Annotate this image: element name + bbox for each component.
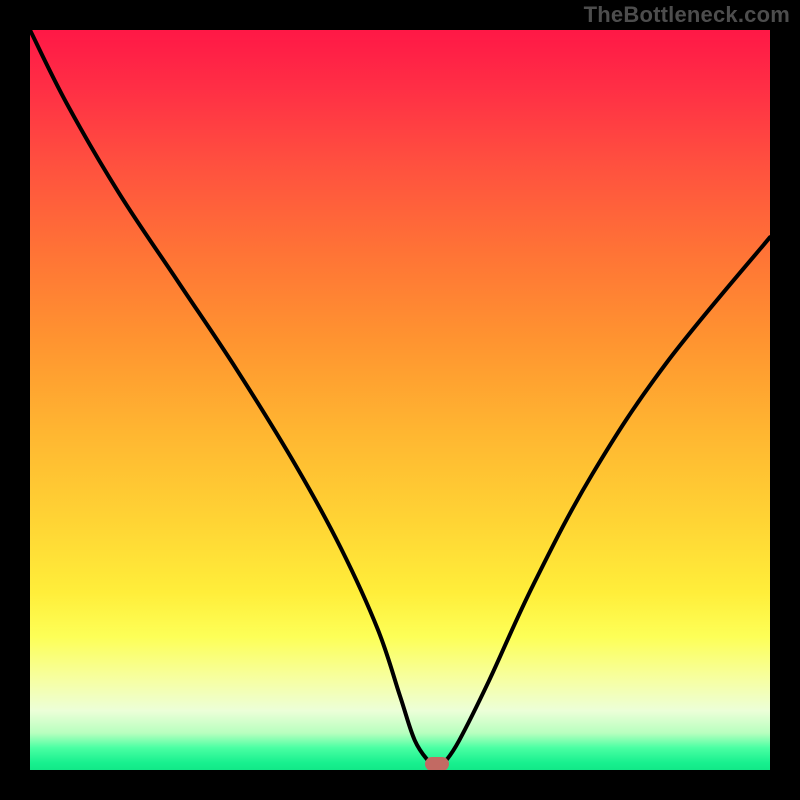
watermark-text: TheBottleneck.com — [584, 2, 790, 28]
optimum-marker — [425, 757, 449, 770]
plot-area — [30, 30, 770, 770]
chart-frame: TheBottleneck.com — [0, 0, 800, 800]
bottleneck-curve — [30, 30, 770, 770]
